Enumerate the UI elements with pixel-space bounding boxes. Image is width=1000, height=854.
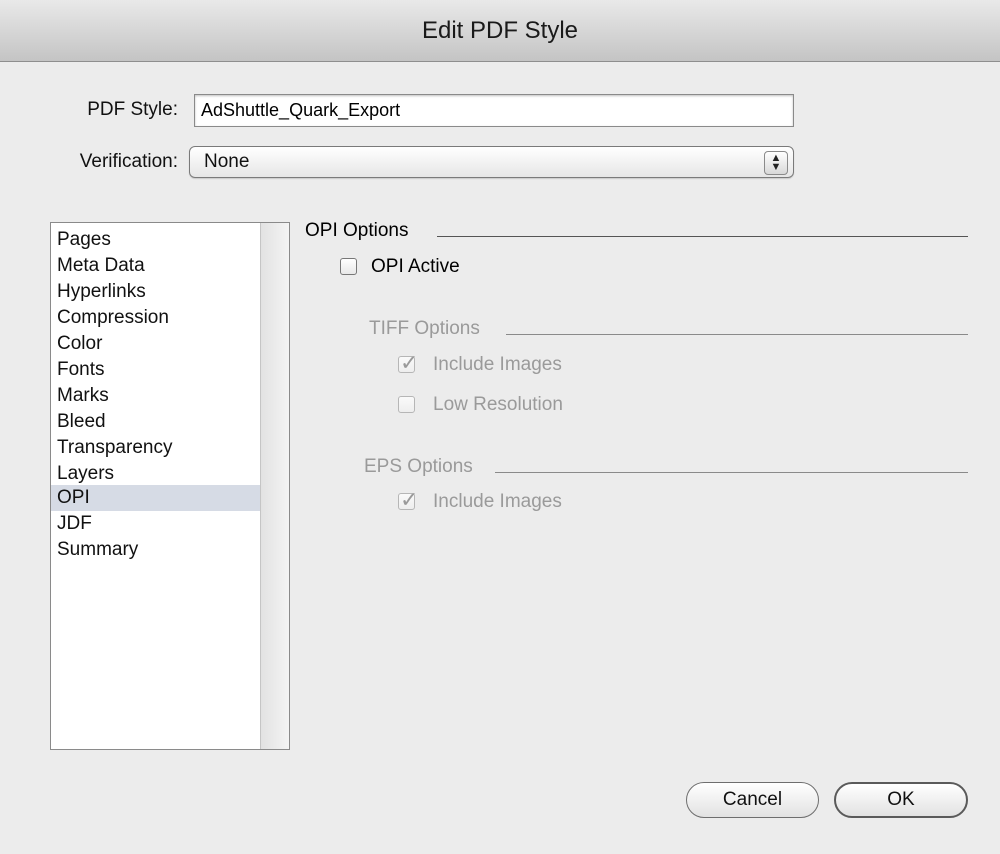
list-scrollbar[interactable] <box>260 223 289 749</box>
sidebar-item-layers[interactable]: Layers <box>51 461 261 487</box>
category-list[interactable]: Pages Meta Data Hyperlinks Compression C… <box>50 222 290 750</box>
pdf-style-label: PDF Style: <box>87 99 178 120</box>
checkmark-icon: ✓ <box>400 487 419 512</box>
eps-options-divider <box>495 472 968 473</box>
title-bar: Edit PDF Style <box>0 0 1000 62</box>
sidebar-item-hyperlinks[interactable]: Hyperlinks <box>51 279 261 305</box>
verification-label: Verification: <box>79 151 178 172</box>
eps-include-images-checkbox[interactable]: ✓ <box>398 487 418 512</box>
eps-include-images-label: Include Images <box>433 491 562 512</box>
opi-options-title: OPI Options <box>305 220 409 241</box>
sidebar-item-bleed[interactable]: Bleed <box>51 409 261 435</box>
opi-active-label: OPI Active <box>371 256 460 277</box>
tiff-options-title: TIFF Options <box>369 318 480 339</box>
window-title: Edit PDF Style <box>421 16 579 44</box>
sidebar-item-opi[interactable]: OPI <box>51 485 261 511</box>
tiff-include-images-label: Include Images <box>433 354 562 375</box>
sidebar-item-jdf[interactable]: JDF <box>51 511 261 537</box>
sidebar-item-transparency[interactable]: Transparency <box>51 435 261 461</box>
opi-options-divider <box>437 236 968 237</box>
verification-value: None <box>204 151 250 172</box>
cancel-button[interactable]: Cancel <box>686 782 819 818</box>
ok-button[interactable]: OK <box>834 782 968 818</box>
sidebar-item-summary[interactable]: Summary <box>51 537 261 563</box>
sidebar-item-compression[interactable]: Compression <box>51 305 261 331</box>
sidebar-item-marks[interactable]: Marks <box>51 383 261 409</box>
sidebar-item-pages[interactable]: Pages <box>51 227 261 253</box>
opi-active-checkbox[interactable] <box>340 258 357 275</box>
pdf-style-input[interactable] <box>194 94 794 127</box>
eps-options-title: EPS Options <box>364 456 473 477</box>
verification-select[interactable]: None ▲ ▼ <box>189 146 794 178</box>
sidebar-item-fonts[interactable]: Fonts <box>51 357 261 383</box>
select-stepper-icon: ▲ ▼ <box>764 151 788 175</box>
checkmark-icon: ✓ <box>400 350 419 375</box>
tiff-low-resolution-checkbox[interactable] <box>398 396 415 413</box>
tiff-include-images-checkbox[interactable]: ✓ <box>398 350 418 375</box>
sidebar-item-meta-data[interactable]: Meta Data <box>51 253 261 279</box>
sidebar-item-color[interactable]: Color <box>51 331 261 357</box>
tiff-options-divider <box>506 334 968 335</box>
tiff-low-resolution-label: Low Resolution <box>433 394 563 415</box>
